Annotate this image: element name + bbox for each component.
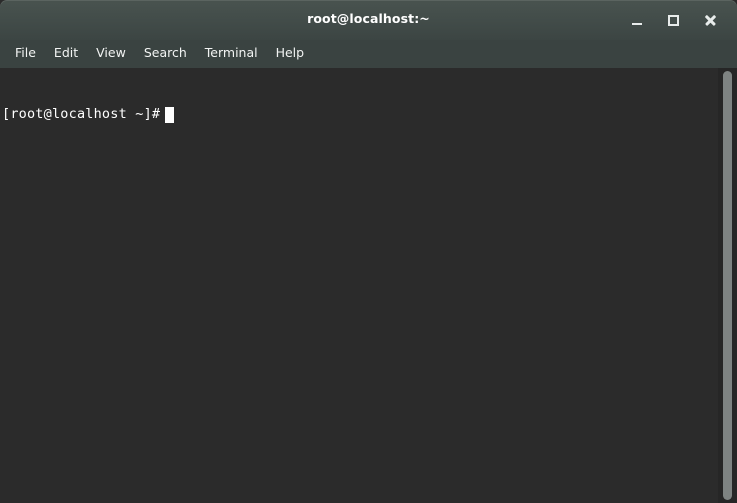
window-controls xyxy=(618,0,729,40)
menu-item-edit[interactable]: Edit xyxy=(45,44,87,64)
menu-item-help[interactable]: Help xyxy=(267,44,314,64)
menu-item-terminal[interactable]: Terminal xyxy=(196,44,267,64)
menu-bar: File Edit View Search Terminal Help xyxy=(0,40,737,68)
menu-item-file[interactable]: File xyxy=(6,44,45,64)
terminal-area: [root@localhost ~]# xyxy=(0,68,737,503)
terminal-screen[interactable]: [root@localhost ~]# xyxy=(0,68,737,503)
close-button[interactable] xyxy=(692,0,729,40)
minimize-icon xyxy=(631,22,642,25)
title-bar[interactable]: root@localhost:~ xyxy=(0,0,737,40)
vertical-scrollbar[interactable] xyxy=(718,68,737,503)
scrollbar-thumb[interactable] xyxy=(723,71,732,500)
maximize-icon xyxy=(668,14,679,26)
window-title: root@localhost:~ xyxy=(307,11,430,27)
terminal-window: root@localhost:~ File Edit View Search T… xyxy=(0,0,737,503)
menu-item-search[interactable]: Search xyxy=(135,44,196,64)
menu-item-view[interactable]: View xyxy=(87,44,135,64)
prompt-line: [root@localhost ~]# xyxy=(2,106,737,123)
minimize-button[interactable] xyxy=(618,0,655,40)
close-icon xyxy=(704,14,717,27)
text-cursor xyxy=(165,106,175,123)
shell-prompt: [root@localhost ~]# xyxy=(2,106,161,122)
maximize-button[interactable] xyxy=(655,0,692,40)
